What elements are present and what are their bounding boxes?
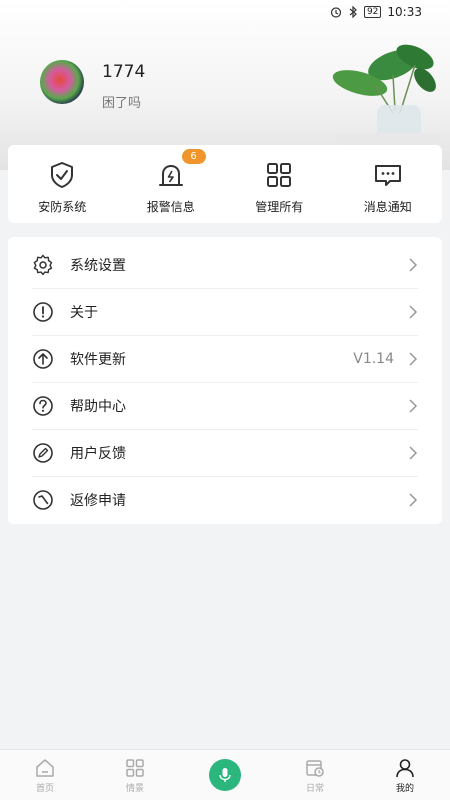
alarm-bell-icon [158, 164, 183, 186]
menu-label: 返修申请 [70, 493, 126, 509]
nav-daily[interactable]: 日常 [270, 750, 360, 800]
menu-item-user-feedback[interactable]: 用户反馈 [32, 430, 418, 477]
question-icon [33, 396, 53, 416]
quick-label: 消息通知 [363, 200, 412, 214]
menu-item-help-center[interactable]: 帮助中心 [32, 383, 418, 430]
gear-icon [33, 254, 53, 276]
grid-icon [126, 758, 144, 777]
menu-label: 帮助中心 [70, 399, 126, 415]
chevron-right-icon [409, 258, 418, 272]
calendar-clock-icon [306, 759, 324, 777]
avatar[interactable] [40, 60, 84, 104]
menu-label: 系统设置 [70, 258, 126, 274]
quick-alarm-info[interactable]: 6 报警信息 [117, 145, 226, 223]
shield-check-icon [51, 162, 74, 188]
quick-security-system[interactable]: 安防系统 [8, 145, 117, 223]
message-icon [374, 165, 401, 186]
status-bar: 92 10:33 [0, 0, 450, 24]
chevron-right-icon [409, 352, 418, 366]
quick-manage-all[interactable]: 管理所有 [225, 145, 334, 223]
menu-item-software-update[interactable]: 软件更新 V1.14 [32, 336, 418, 383]
username: 1774 [102, 62, 146, 82]
nav-label: 首页 [35, 783, 54, 794]
quick-actions-card: 安防系统 6 报警信息 管理所有 消息通知 [8, 145, 442, 223]
nav-mine[interactable]: 我的 [360, 750, 450, 800]
menu-item-system-settings[interactable]: 系统设置 [32, 242, 418, 289]
bottom-navigation: 首页 情景 日常 我的 [0, 749, 450, 800]
nav-label: 我的 [395, 783, 414, 794]
user-icon [396, 758, 414, 777]
plant-decoration-image [332, 44, 440, 145]
nav-scenes[interactable]: 情景 [90, 750, 180, 800]
menu-item-about[interactable]: 关于 [32, 289, 418, 336]
quick-label: 报警信息 [146, 200, 195, 214]
nav-home[interactable]: 首页 [0, 750, 90, 800]
voice-button[interactable] [209, 759, 241, 791]
nav-voice-button[interactable] [180, 750, 270, 800]
version-number: V1.14 [353, 351, 394, 367]
info-icon [33, 302, 53, 322]
menu-label: 用户反馈 [70, 446, 126, 462]
nav-label: 日常 [305, 783, 324, 794]
settings-menu-card: 系统设置 关于 软件更新 V1.14 帮助中心 用户反馈 返修申请 [8, 237, 442, 524]
nav-label: 情景 [125, 783, 144, 794]
battery-level: 92 [363, 6, 382, 18]
quick-label: 管理所有 [255, 200, 304, 214]
alarm-count-badge: 6 [181, 149, 206, 164]
status-time: 10:33 [387, 5, 422, 19]
upload-icon [33, 349, 53, 369]
repair-icon [33, 490, 53, 510]
chevron-right-icon [409, 305, 418, 319]
bluetooth-icon [349, 6, 357, 18]
quick-label: 安防系统 [38, 200, 87, 214]
menu-item-repair-request[interactable]: 返修申请 [32, 477, 418, 523]
menu-label: 关于 [70, 305, 98, 321]
chevron-right-icon [409, 399, 418, 413]
grid-icon [267, 163, 292, 187]
home-icon [36, 758, 54, 777]
pencil-icon [33, 443, 53, 463]
user-signature: 困了吗 [102, 96, 142, 111]
quick-notifications[interactable]: 消息通知 [334, 145, 443, 223]
microphone-icon [219, 768, 231, 782]
menu-label: 软件更新 [70, 352, 126, 368]
chevron-right-icon [409, 493, 418, 507]
chevron-right-icon [409, 446, 418, 460]
alarm-icon [330, 7, 342, 18]
